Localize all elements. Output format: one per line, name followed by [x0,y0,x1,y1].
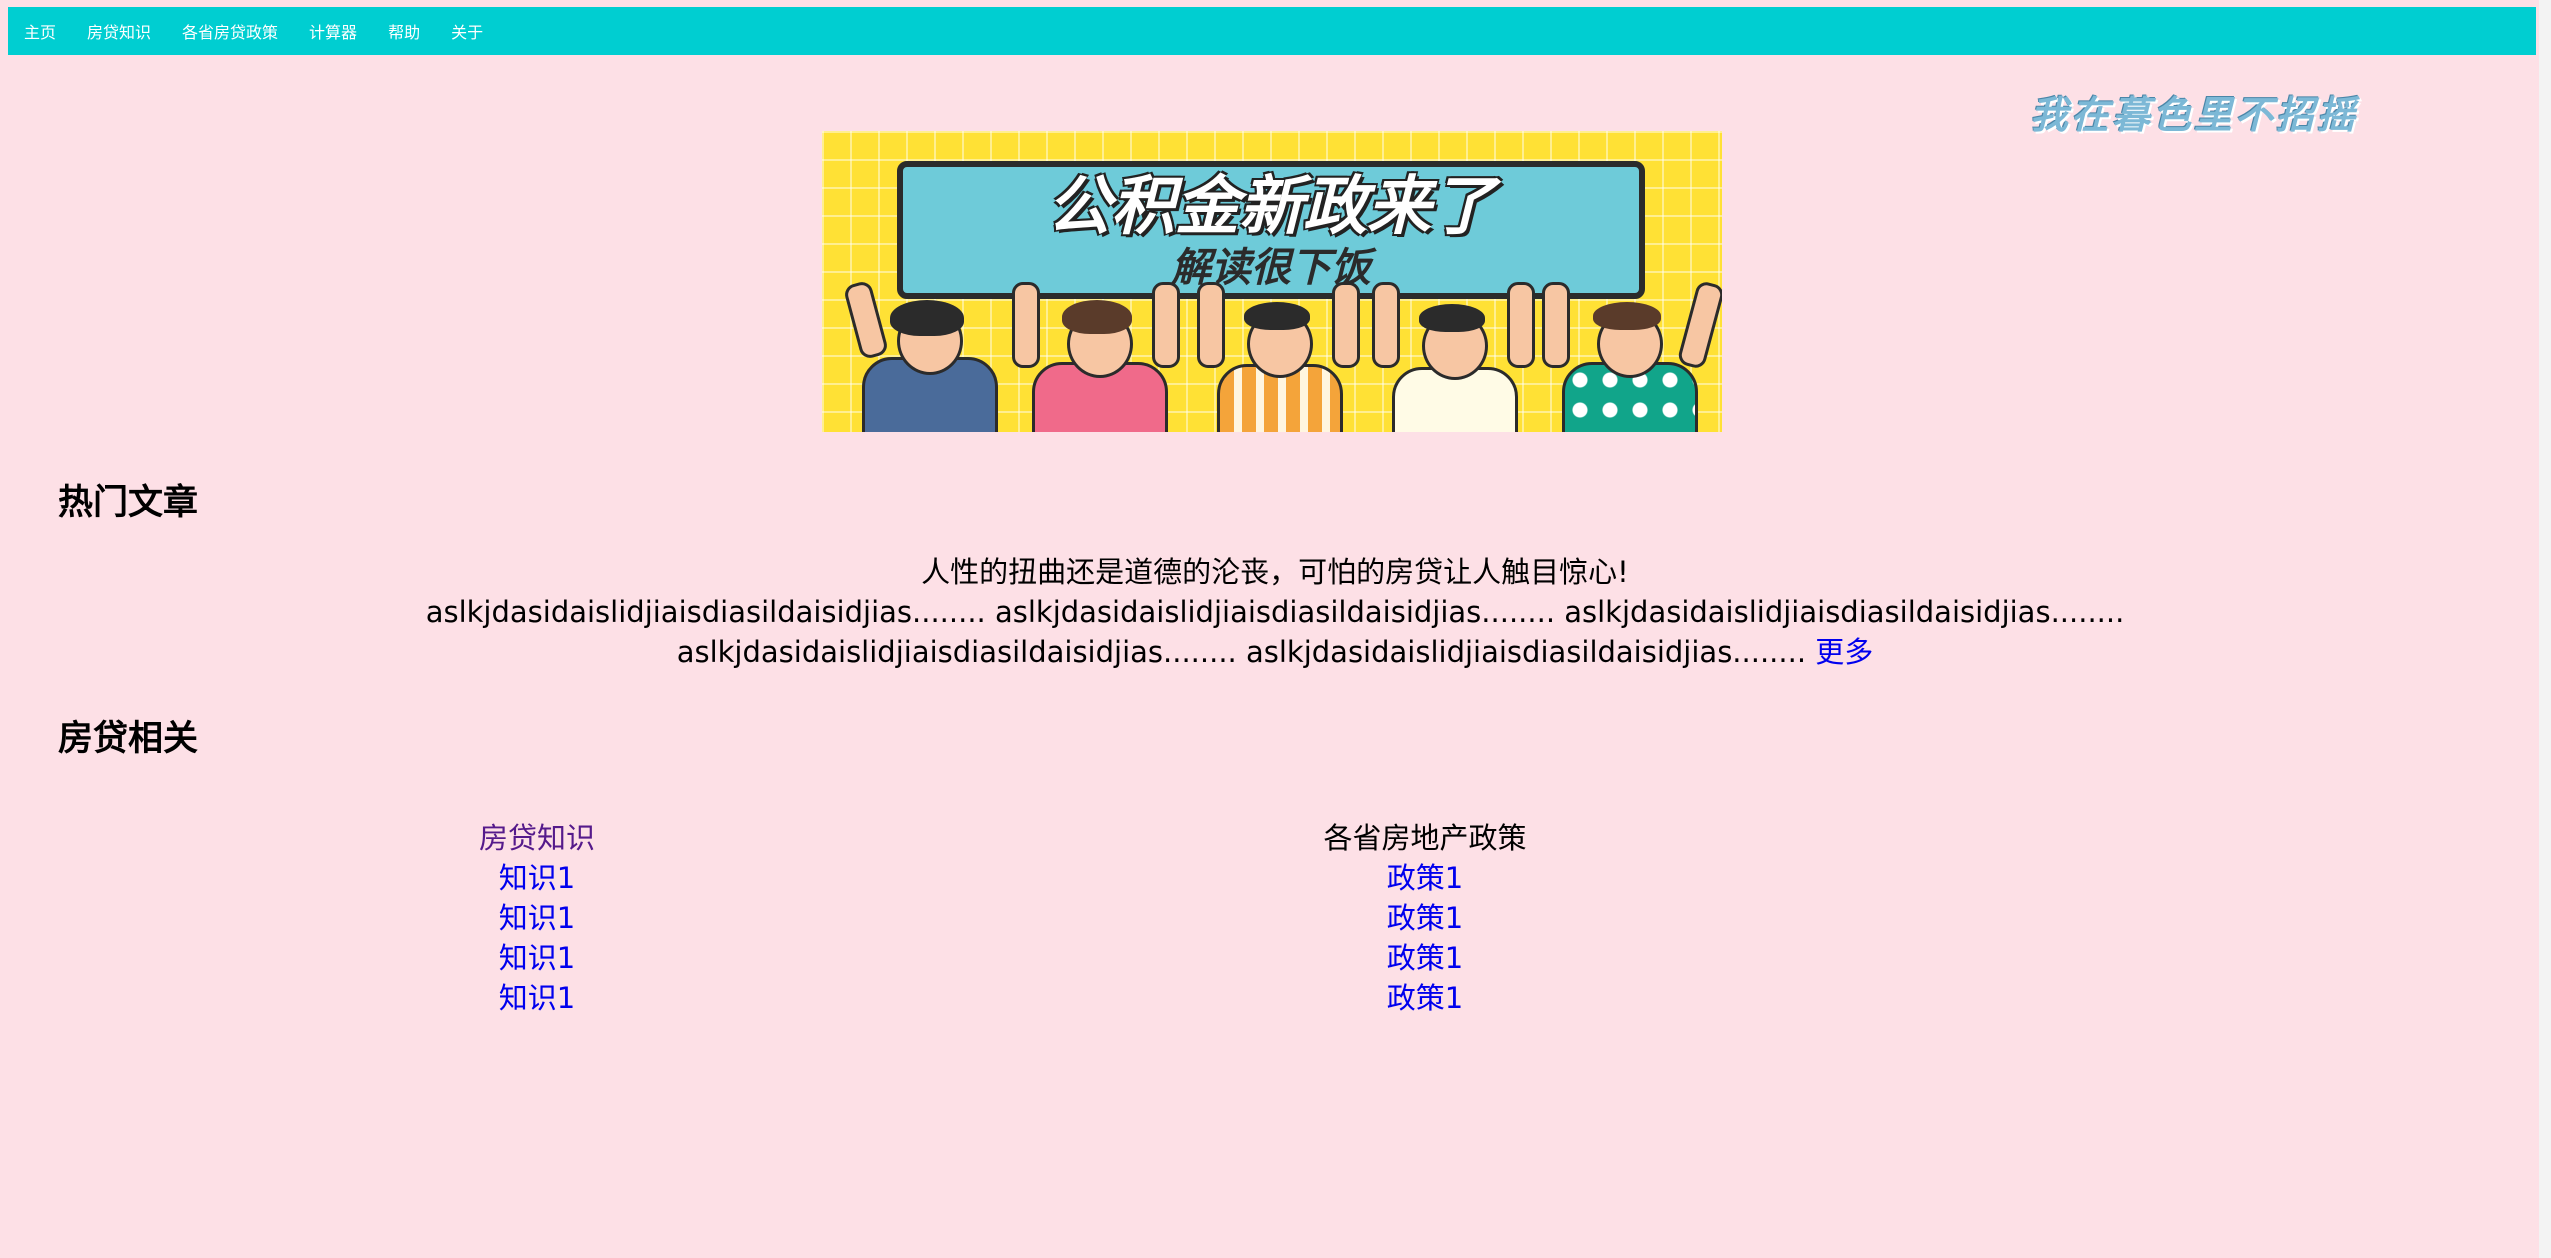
nav-help[interactable]: 帮助 [388,19,420,43]
scrollbar-track[interactable] [2539,0,2551,1258]
cartoon-person-1 [842,279,1012,432]
knowledge-item-link[interactable]: 知识1 [437,938,637,978]
article-title: 人性的扭曲还是道德的沦丧，可怕的房贷让人触目惊心! [921,555,1629,589]
nav-loan-knowledge[interactable]: 房贷知识 [87,19,151,43]
cartoon-person-2 [1012,282,1182,432]
policy-item-link[interactable]: 政策1 [1285,938,1565,978]
top-nav: 主页 房贷知识 各省房贷政策 计算器 帮助 关于 [8,7,2536,55]
policy-title: 各省房地产政策 [1323,821,1527,855]
nav-home[interactable]: 主页 [24,19,56,43]
nav-province-policy[interactable]: 各省房贷政策 [182,19,278,43]
banner-image: 公积金新政来了 解读很下饭 [822,131,1722,432]
knowledge-item-link[interactable]: 知识1 [437,858,637,898]
loan-related-heading: 房贷相关 [58,719,199,759]
hot-article: 人性的扭曲还是道德的沦丧，可怕的房贷让人触目惊心! aslkjdasidaisl… [150,552,2400,672]
policy-list: 各省房地产政策 政策1 政策1 政策1 政策1 [1285,818,1565,1018]
banner-sign: 公积金新政来了 解读很下饭 [897,161,1645,299]
cartoon-person-5 [1537,279,1722,432]
policy-item-link[interactable]: 政策1 [1285,898,1565,938]
knowledge-list: 房贷知识 知识1 知识1 知识1 知识1 [437,818,637,1018]
nav-about[interactable]: 关于 [451,19,483,43]
slogan: 我在暮色里不招摇 [2030,92,2359,137]
cartoon-person-4 [1367,282,1537,432]
more-link[interactable]: 更多 [1815,635,1873,669]
policy-item-link[interactable]: 政策1 [1285,978,1565,1018]
knowledge-item-link[interactable]: 知识1 [437,898,637,938]
hot-articles-heading: 热门文章 [58,483,199,523]
cartoon-person-3 [1192,282,1362,432]
nav-calculator[interactable]: 计算器 [309,19,357,43]
policy-item-link[interactable]: 政策1 [1285,858,1565,898]
banner-title: 公积金新政来了 [1047,170,1495,244]
knowledge-title-link[interactable]: 房贷知识 [479,821,595,855]
knowledge-item-link[interactable]: 知识1 [437,978,637,1018]
